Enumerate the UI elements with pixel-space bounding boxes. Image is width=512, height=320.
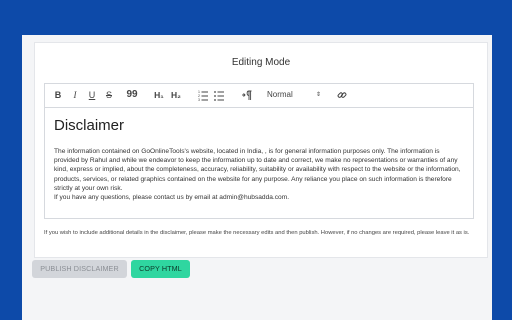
- editor-card: Editing Mode B I U S 99 H₁ H₂ 1 2 3 Norm…: [34, 42, 488, 258]
- heading-1-icon[interactable]: H₁: [153, 89, 165, 101]
- disclaimer-paragraph: The information contained on GoOnlineToo…: [54, 148, 461, 192]
- mode-title: Editing Mode: [231, 57, 291, 68]
- link-icon[interactable]: [337, 89, 347, 101]
- publish-disclaimer-button[interactable]: PUBLISH DISCLAIMER: [32, 260, 127, 278]
- contact-line: If you have any questions, please contac…: [54, 194, 290, 202]
- heading-2-icon[interactable]: H₂: [170, 89, 182, 101]
- instruction-note: If you wish to include additional detail…: [44, 230, 470, 236]
- copy-html-button[interactable]: COPY HTML: [131, 260, 190, 278]
- format-select[interactable]: Normal ⇕: [267, 89, 321, 101]
- text-direction-icon[interactable]: [242, 89, 252, 101]
- editor-toolbar: B I U S 99 H₁ H₂ 1 2 3 Normal ⇕: [45, 84, 473, 108]
- strikethrough-icon[interactable]: S: [105, 89, 113, 101]
- document-title: Disclaimer: [54, 117, 125, 134]
- italic-icon[interactable]: I: [71, 89, 79, 101]
- rich-text-editor: B I U S 99 H₁ H₂ 1 2 3 Normal ⇕ Disclaim…: [44, 83, 474, 219]
- select-arrows-icon: ⇕: [315, 92, 321, 98]
- ordered-list-icon[interactable]: 1 2 3: [198, 89, 208, 101]
- underline-icon[interactable]: U: [88, 89, 96, 101]
- svg-text:3: 3: [198, 98, 200, 101]
- bold-icon[interactable]: B: [54, 89, 62, 101]
- bullet-list-icon[interactable]: [214, 89, 224, 101]
- blockquote-icon[interactable]: 99: [126, 89, 138, 101]
- editor-content[interactable]: Disclaimer The information contained on …: [45, 108, 473, 210]
- format-select-value: Normal: [267, 90, 293, 99]
- document-body: The information contained on GoOnlineToo…: [54, 147, 464, 202]
- main-panel: Editing Mode B I U S 99 H₁ H₂ 1 2 3 Norm…: [22, 35, 492, 320]
